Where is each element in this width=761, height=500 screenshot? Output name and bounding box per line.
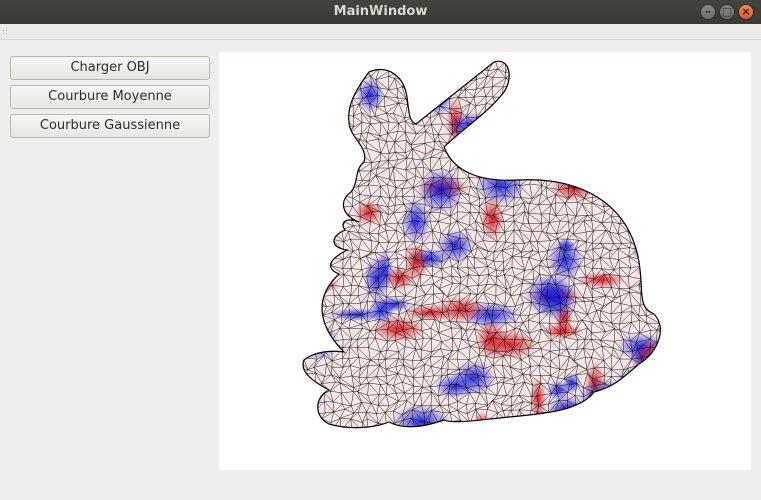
toolbar-strip [0, 24, 761, 40]
main-window: MainWindow – □ × Charger OBJ Courbure Mo… [0, 0, 761, 500]
toolbar-grip-icon[interactable] [2, 29, 8, 35]
window-title: MainWindow [333, 4, 428, 19]
mesh-viewport[interactable] [219, 52, 751, 470]
close-button[interactable]: × [738, 4, 754, 20]
load-obj-button[interactable]: Charger OBJ [10, 56, 210, 80]
maximize-button[interactable]: □ [719, 4, 735, 20]
mean-curvature-button[interactable]: Courbure Moyenne [10, 85, 210, 109]
bunny-mesh-render[interactable] [219, 52, 751, 470]
gaussian-curvature-button[interactable]: Courbure Gaussienne [10, 114, 210, 138]
title-bar[interactable]: MainWindow – □ × [0, 0, 761, 24]
minimize-button[interactable]: – [700, 4, 716, 20]
